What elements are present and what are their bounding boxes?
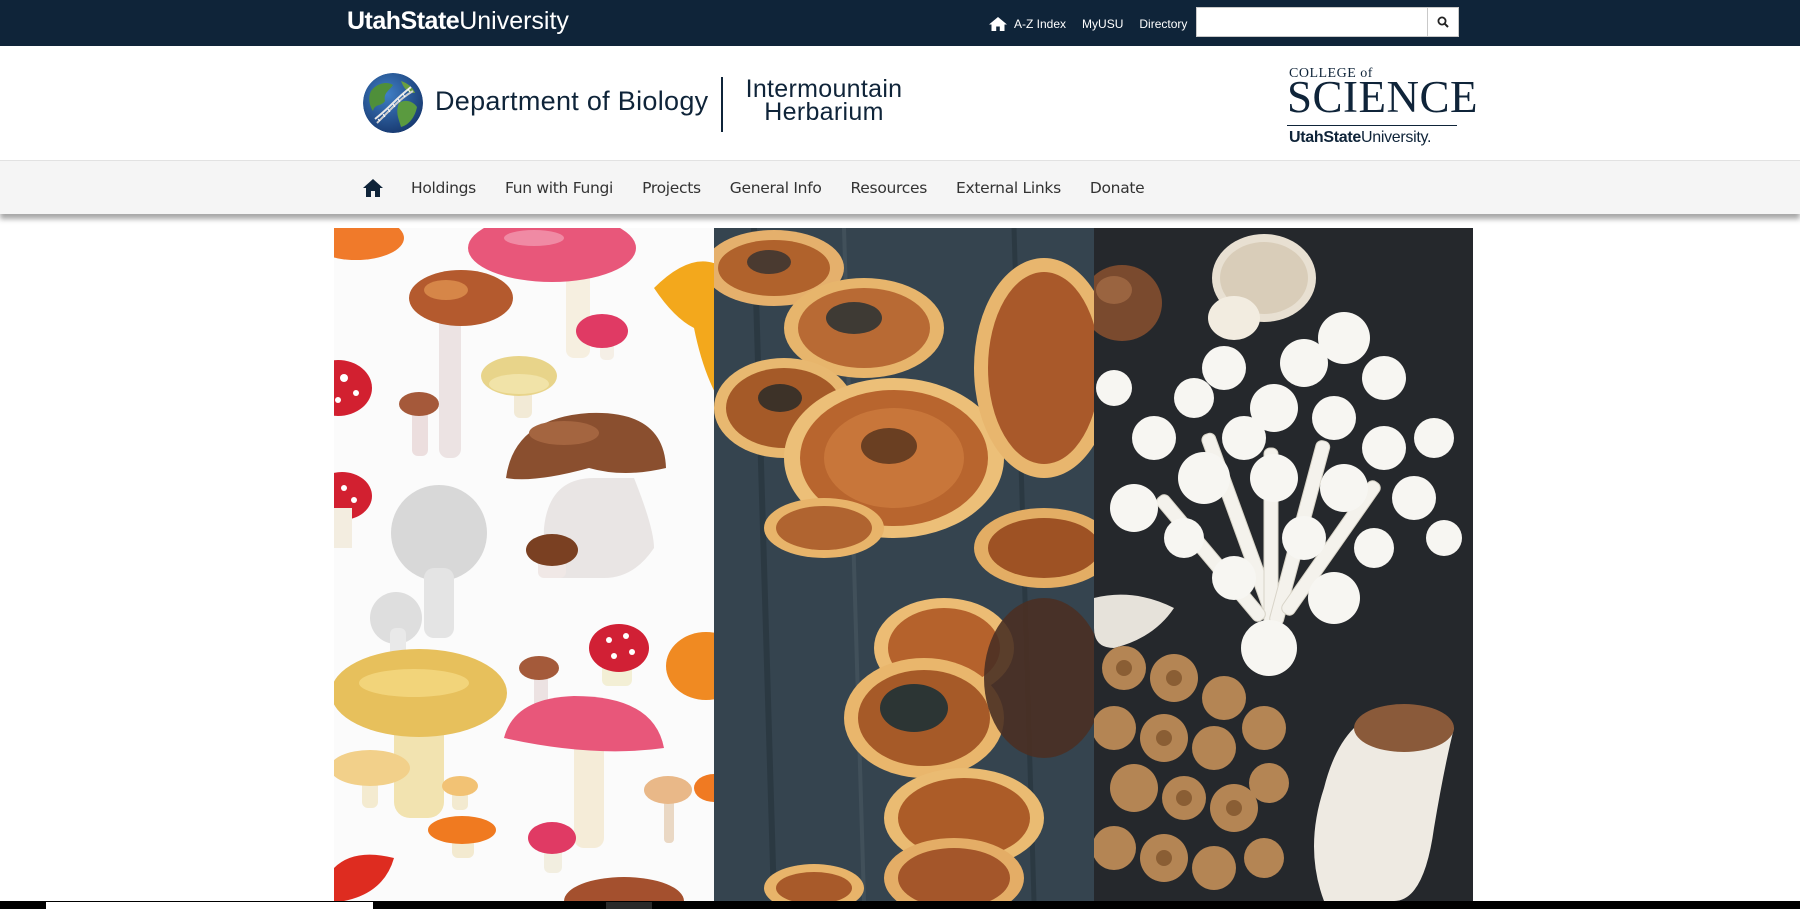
hero-mushroom-image	[334, 228, 1473, 901]
header-divider	[721, 77, 723, 132]
myusu-link[interactable]: MyUSU	[1082, 17, 1123, 31]
directory-link[interactable]: Directory	[1139, 17, 1187, 31]
bracket-fungus-panel	[714, 228, 1094, 901]
herbarium-title[interactable]: Intermountain Herbarium	[734, 77, 914, 125]
search-button[interactable]	[1427, 8, 1458, 36]
nav-item-general-info[interactable]: General Info	[730, 179, 822, 197]
department-title[interactable]: Department of Biology	[435, 86, 708, 117]
site-header: Department of Biology Intermountain Herb…	[0, 46, 1800, 161]
site-search	[1196, 7, 1459, 37]
college-of-science-logo[interactable]: COLLEGE of SCIENCE UtahStateUniversity.	[1287, 66, 1478, 148]
home-icon[interactable]	[362, 177, 384, 199]
nav-item-holdings[interactable]: Holdings	[411, 179, 476, 197]
illustrated-mushrooms-panel	[334, 228, 714, 901]
main-navigation: Holdings Fun with Fungi Projects General…	[0, 161, 1800, 214]
bottom-taskbar-strip	[0, 901, 1800, 909]
nav-item-external-links[interactable]: External Links	[956, 179, 1061, 197]
top-utility-links: A-Z Index MyUSU Directory	[988, 14, 1203, 34]
a-z-index-link[interactable]: A-Z Index	[1014, 17, 1066, 31]
nav-item-projects[interactable]: Projects	[642, 179, 701, 197]
nav-item-resources[interactable]: Resources	[851, 179, 928, 197]
home-icon[interactable]	[988, 16, 1008, 32]
search-input[interactable]	[1197, 8, 1428, 36]
nav-item-fun-with-fungi[interactable]: Fun with Fungi	[505, 179, 613, 197]
globe-dna-logo[interactable]	[363, 73, 423, 133]
edible-mushrooms-panel	[1094, 228, 1473, 901]
search-icon	[1437, 16, 1449, 28]
usu-wordmark-logo[interactable]: UtahStateUniversity	[347, 5, 569, 37]
nav-item-donate[interactable]: Donate	[1090, 179, 1145, 197]
usu-top-bar: UtahStateUniversity A-Z Index MyUSU Dire…	[0, 0, 1800, 46]
